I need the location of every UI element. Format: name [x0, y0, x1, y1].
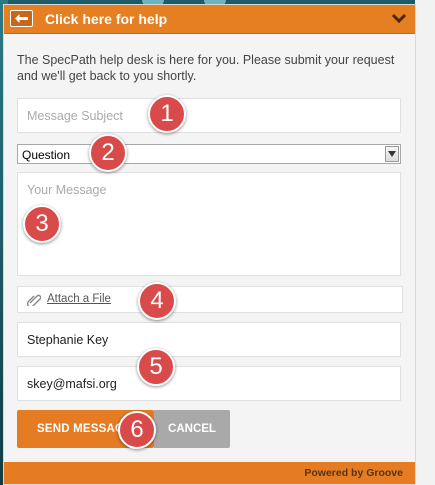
category-selected-value: Question: [22, 148, 71, 162]
select-arrow-icon[interactable]: [385, 146, 399, 162]
annotation-marker-2: 2: [89, 134, 127, 172]
arrow-left-icon: [15, 14, 28, 23]
message-placeholder: Your Message: [27, 183, 107, 197]
cancel-button[interactable]: CANCEL: [154, 410, 230, 448]
intro-text: The SpecPath help desk is here for you. …: [17, 53, 395, 83]
paperclip-icon: [26, 293, 42, 311]
email-value: skey@mafsi.org: [27, 377, 117, 391]
name-input[interactable]: Stephanie Key: [17, 322, 401, 357]
message-textarea[interactable]: Your Message: [17, 172, 401, 276]
attach-file-link[interactable]: Attach a File: [47, 293, 111, 305]
chevron-down-icon: [391, 13, 407, 24]
collapse-button[interactable]: [391, 12, 407, 26]
annotation-marker-3: 3: [23, 205, 61, 243]
attach-file-row[interactable]: Attach a File: [17, 286, 403, 313]
annotation-marker-4: 4: [138, 282, 176, 320]
email-input[interactable]: skey@mafsi.org: [17, 366, 401, 401]
annotation-marker-1: 1: [148, 95, 186, 133]
background-page-right: [415, 0, 435, 485]
widget-footer: Powered by Groove: [4, 462, 415, 484]
back-button[interactable]: [10, 10, 33, 27]
annotation-marker-5: 5: [137, 348, 175, 386]
header-title[interactable]: Click here for help: [45, 11, 167, 27]
subject-input[interactable]: Message Subject: [17, 98, 401, 133]
category-select[interactable]: Question: [17, 144, 401, 164]
name-value: Stephanie Key: [27, 333, 109, 347]
widget-header[interactable]: Click here for help: [4, 5, 415, 34]
help-widget: Click here for help The SpecPath help de…: [3, 4, 416, 485]
annotation-marker-6: 6: [118, 411, 156, 449]
subject-placeholder: Message Subject: [27, 109, 123, 123]
powered-by-text: Powered by Groove: [304, 467, 403, 479]
